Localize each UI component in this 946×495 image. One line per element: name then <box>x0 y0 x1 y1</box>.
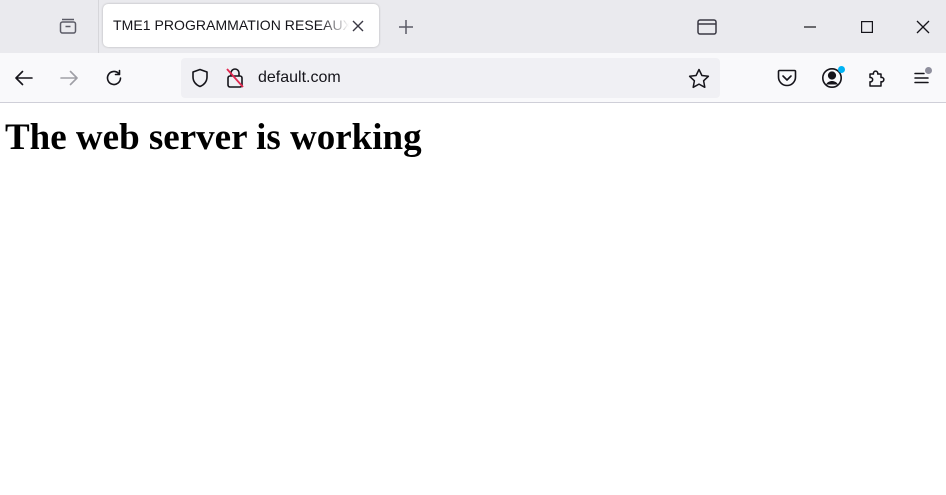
reload-button[interactable] <box>98 62 130 94</box>
connection-info-button[interactable] <box>223 66 247 90</box>
forward-button[interactable] <box>53 62 85 94</box>
tab-title: TME1 PROGRAMMATION RESEAUX <box>113 17 349 33</box>
tab-strip: TME1 PROGRAMMATION RESEAUX <box>0 0 946 53</box>
tab-manager-button[interactable] <box>52 10 84 42</box>
minimize-icon <box>804 25 816 28</box>
minimize-button[interactable] <box>782 0 838 53</box>
menu-update-badge <box>925 67 932 74</box>
navigation-toolbar: default.com <box>0 53 946 103</box>
tab-active[interactable]: TME1 PROGRAMMATION RESEAUX <box>103 4 379 47</box>
account-button[interactable] <box>816 62 848 94</box>
maximize-button[interactable] <box>839 0 895 53</box>
page-content: The web server is working <box>0 104 946 495</box>
reload-icon <box>106 69 122 86</box>
close-window-button[interactable] <box>895 0 946 53</box>
puzzle-icon <box>869 70 885 87</box>
bookmark-button[interactable] <box>687 66 711 90</box>
tabstrip-divider <box>98 0 99 53</box>
pocket-button[interactable] <box>771 62 803 94</box>
application-menu-button[interactable] <box>906 62 938 94</box>
window-restore-button[interactable] <box>679 0 735 53</box>
url-text[interactable]: default.com <box>258 69 341 87</box>
window-restore-icon <box>697 18 717 35</box>
address-bar[interactable]: default.com <box>181 58 720 98</box>
insecure-lock-icon <box>226 68 244 88</box>
new-tab-button[interactable] <box>390 11 422 43</box>
forward-arrow-icon <box>60 70 78 86</box>
plus-icon <box>399 20 413 34</box>
back-arrow-icon <box>15 70 33 86</box>
pocket-icon <box>777 69 797 87</box>
maximize-icon <box>861 20 873 33</box>
close-icon <box>352 20 364 32</box>
tracking-protection-button[interactable] <box>188 66 212 90</box>
account-notification-badge <box>838 66 845 73</box>
back-button[interactable] <box>8 62 40 94</box>
extensions-button[interactable] <box>861 62 893 94</box>
page-heading: The web server is working <box>5 117 422 158</box>
star-icon <box>688 68 710 88</box>
tab-close-button[interactable] <box>348 16 368 36</box>
close-icon <box>916 20 930 33</box>
tab-manager-icon <box>58 16 78 36</box>
shield-icon <box>192 68 208 88</box>
